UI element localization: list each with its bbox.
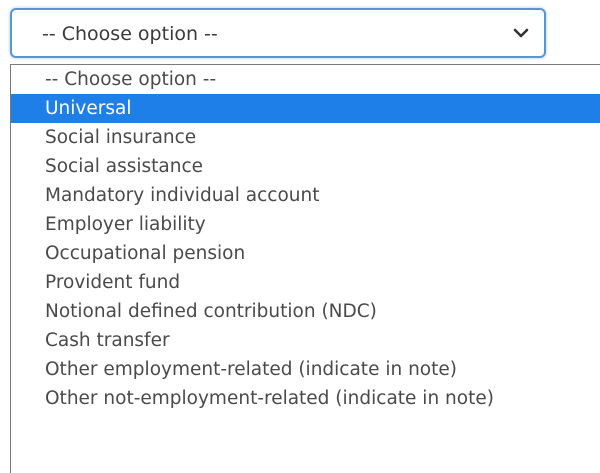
option-other-not-employment-related[interactable]: Other not-employment-related (indicate i…	[11, 384, 600, 413]
dropdown-options-list: -- Choose option -- Universal Social ins…	[10, 64, 600, 473]
option-cash-transfer[interactable]: Cash transfer	[11, 326, 600, 355]
option-occupational-pension[interactable]: Occupational pension	[11, 239, 600, 268]
option-other-employment-related[interactable]: Other employment-related (indicate in no…	[11, 355, 600, 384]
option-employer-liability[interactable]: Employer liability	[11, 210, 600, 239]
option-choose[interactable]: -- Choose option --	[11, 65, 600, 94]
select-current-value: -- Choose option --	[42, 23, 218, 45]
chevron-down-icon	[513, 28, 529, 38]
option-universal[interactable]: Universal	[11, 94, 600, 123]
option-social-assistance[interactable]: Social assistance	[11, 152, 600, 181]
option-social-insurance[interactable]: Social insurance	[11, 123, 600, 152]
select-dropdown[interactable]: -- Choose option --	[10, 8, 546, 58]
option-notional-defined-contribution[interactable]: Notional defined contribution (NDC)	[11, 297, 600, 326]
option-mandatory-individual-account[interactable]: Mandatory individual account	[11, 181, 600, 210]
option-provident-fund[interactable]: Provident fund	[11, 268, 600, 297]
